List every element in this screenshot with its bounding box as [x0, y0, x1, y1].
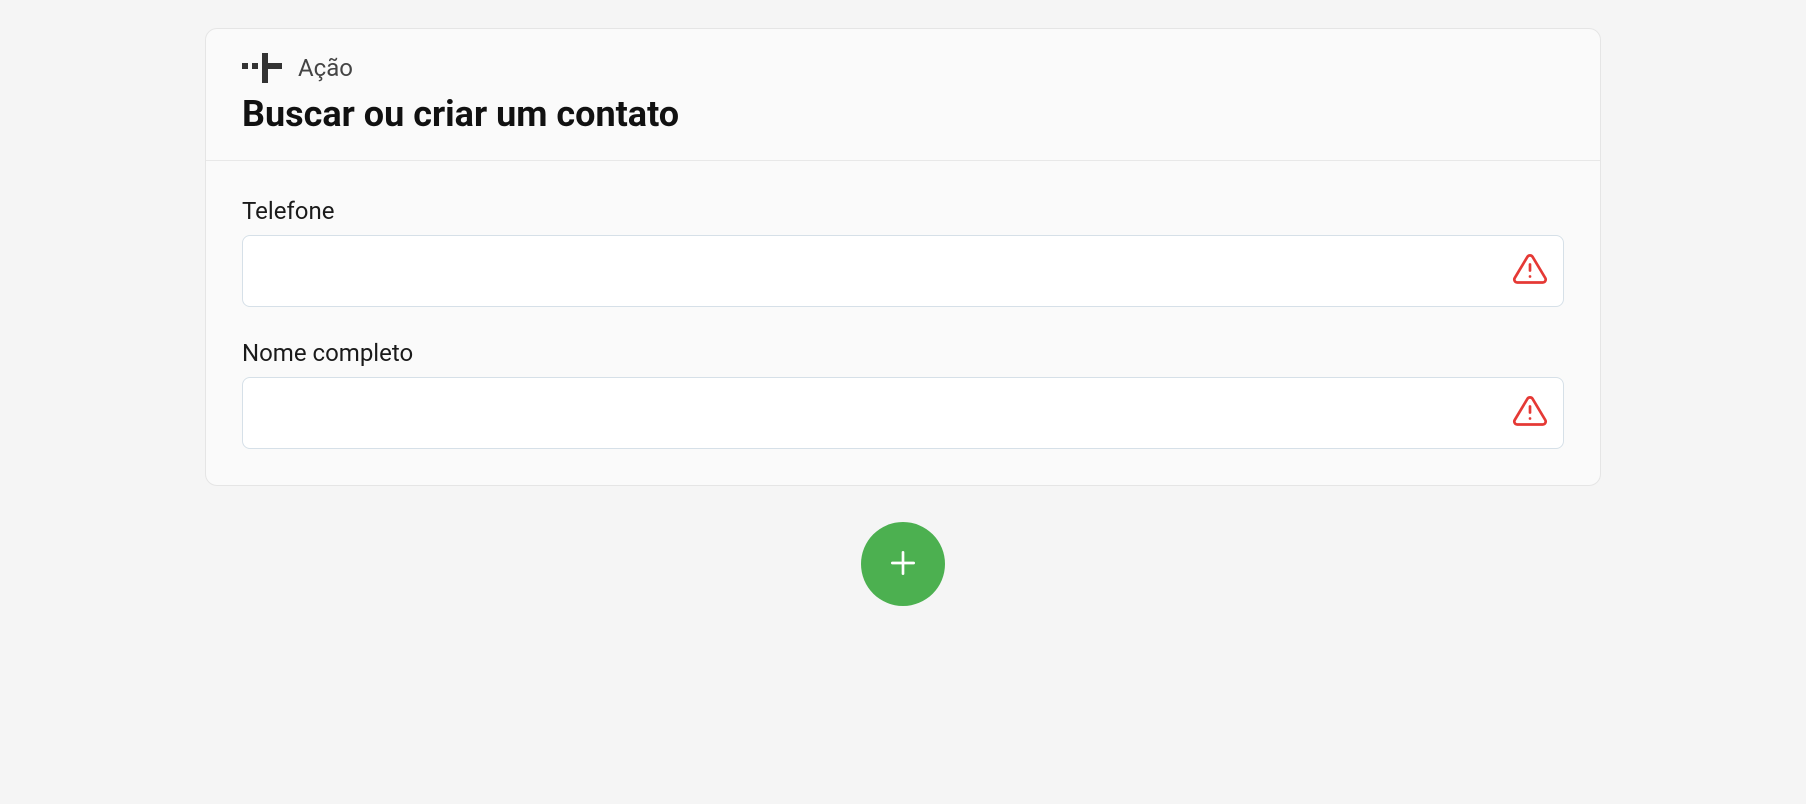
card-body: Telefone Nome completo [206, 161, 1600, 485]
action-flow-icon [242, 49, 282, 87]
action-card: Ação Buscar ou criar um contato Telefone [205, 28, 1601, 486]
input-wrapper-telefone [242, 235, 1564, 307]
input-nome[interactable] [242, 377, 1564, 449]
input-wrapper-nome [242, 377, 1564, 449]
action-label: Ação [298, 54, 353, 82]
label-nome: Nome completo [242, 339, 1564, 367]
plus-icon [887, 547, 919, 582]
card-header: Ação Buscar ou criar um contato [206, 29, 1600, 161]
add-button-wrapper [205, 522, 1601, 606]
input-telefone[interactable] [242, 235, 1564, 307]
label-telefone: Telefone [242, 197, 1564, 225]
card-title: Buscar ou criar um contato [242, 93, 1564, 136]
form-group-nome: Nome completo [242, 339, 1564, 449]
add-button[interactable] [861, 522, 945, 606]
action-label-row: Ação [242, 49, 1564, 87]
form-group-telefone: Telefone [242, 197, 1564, 307]
